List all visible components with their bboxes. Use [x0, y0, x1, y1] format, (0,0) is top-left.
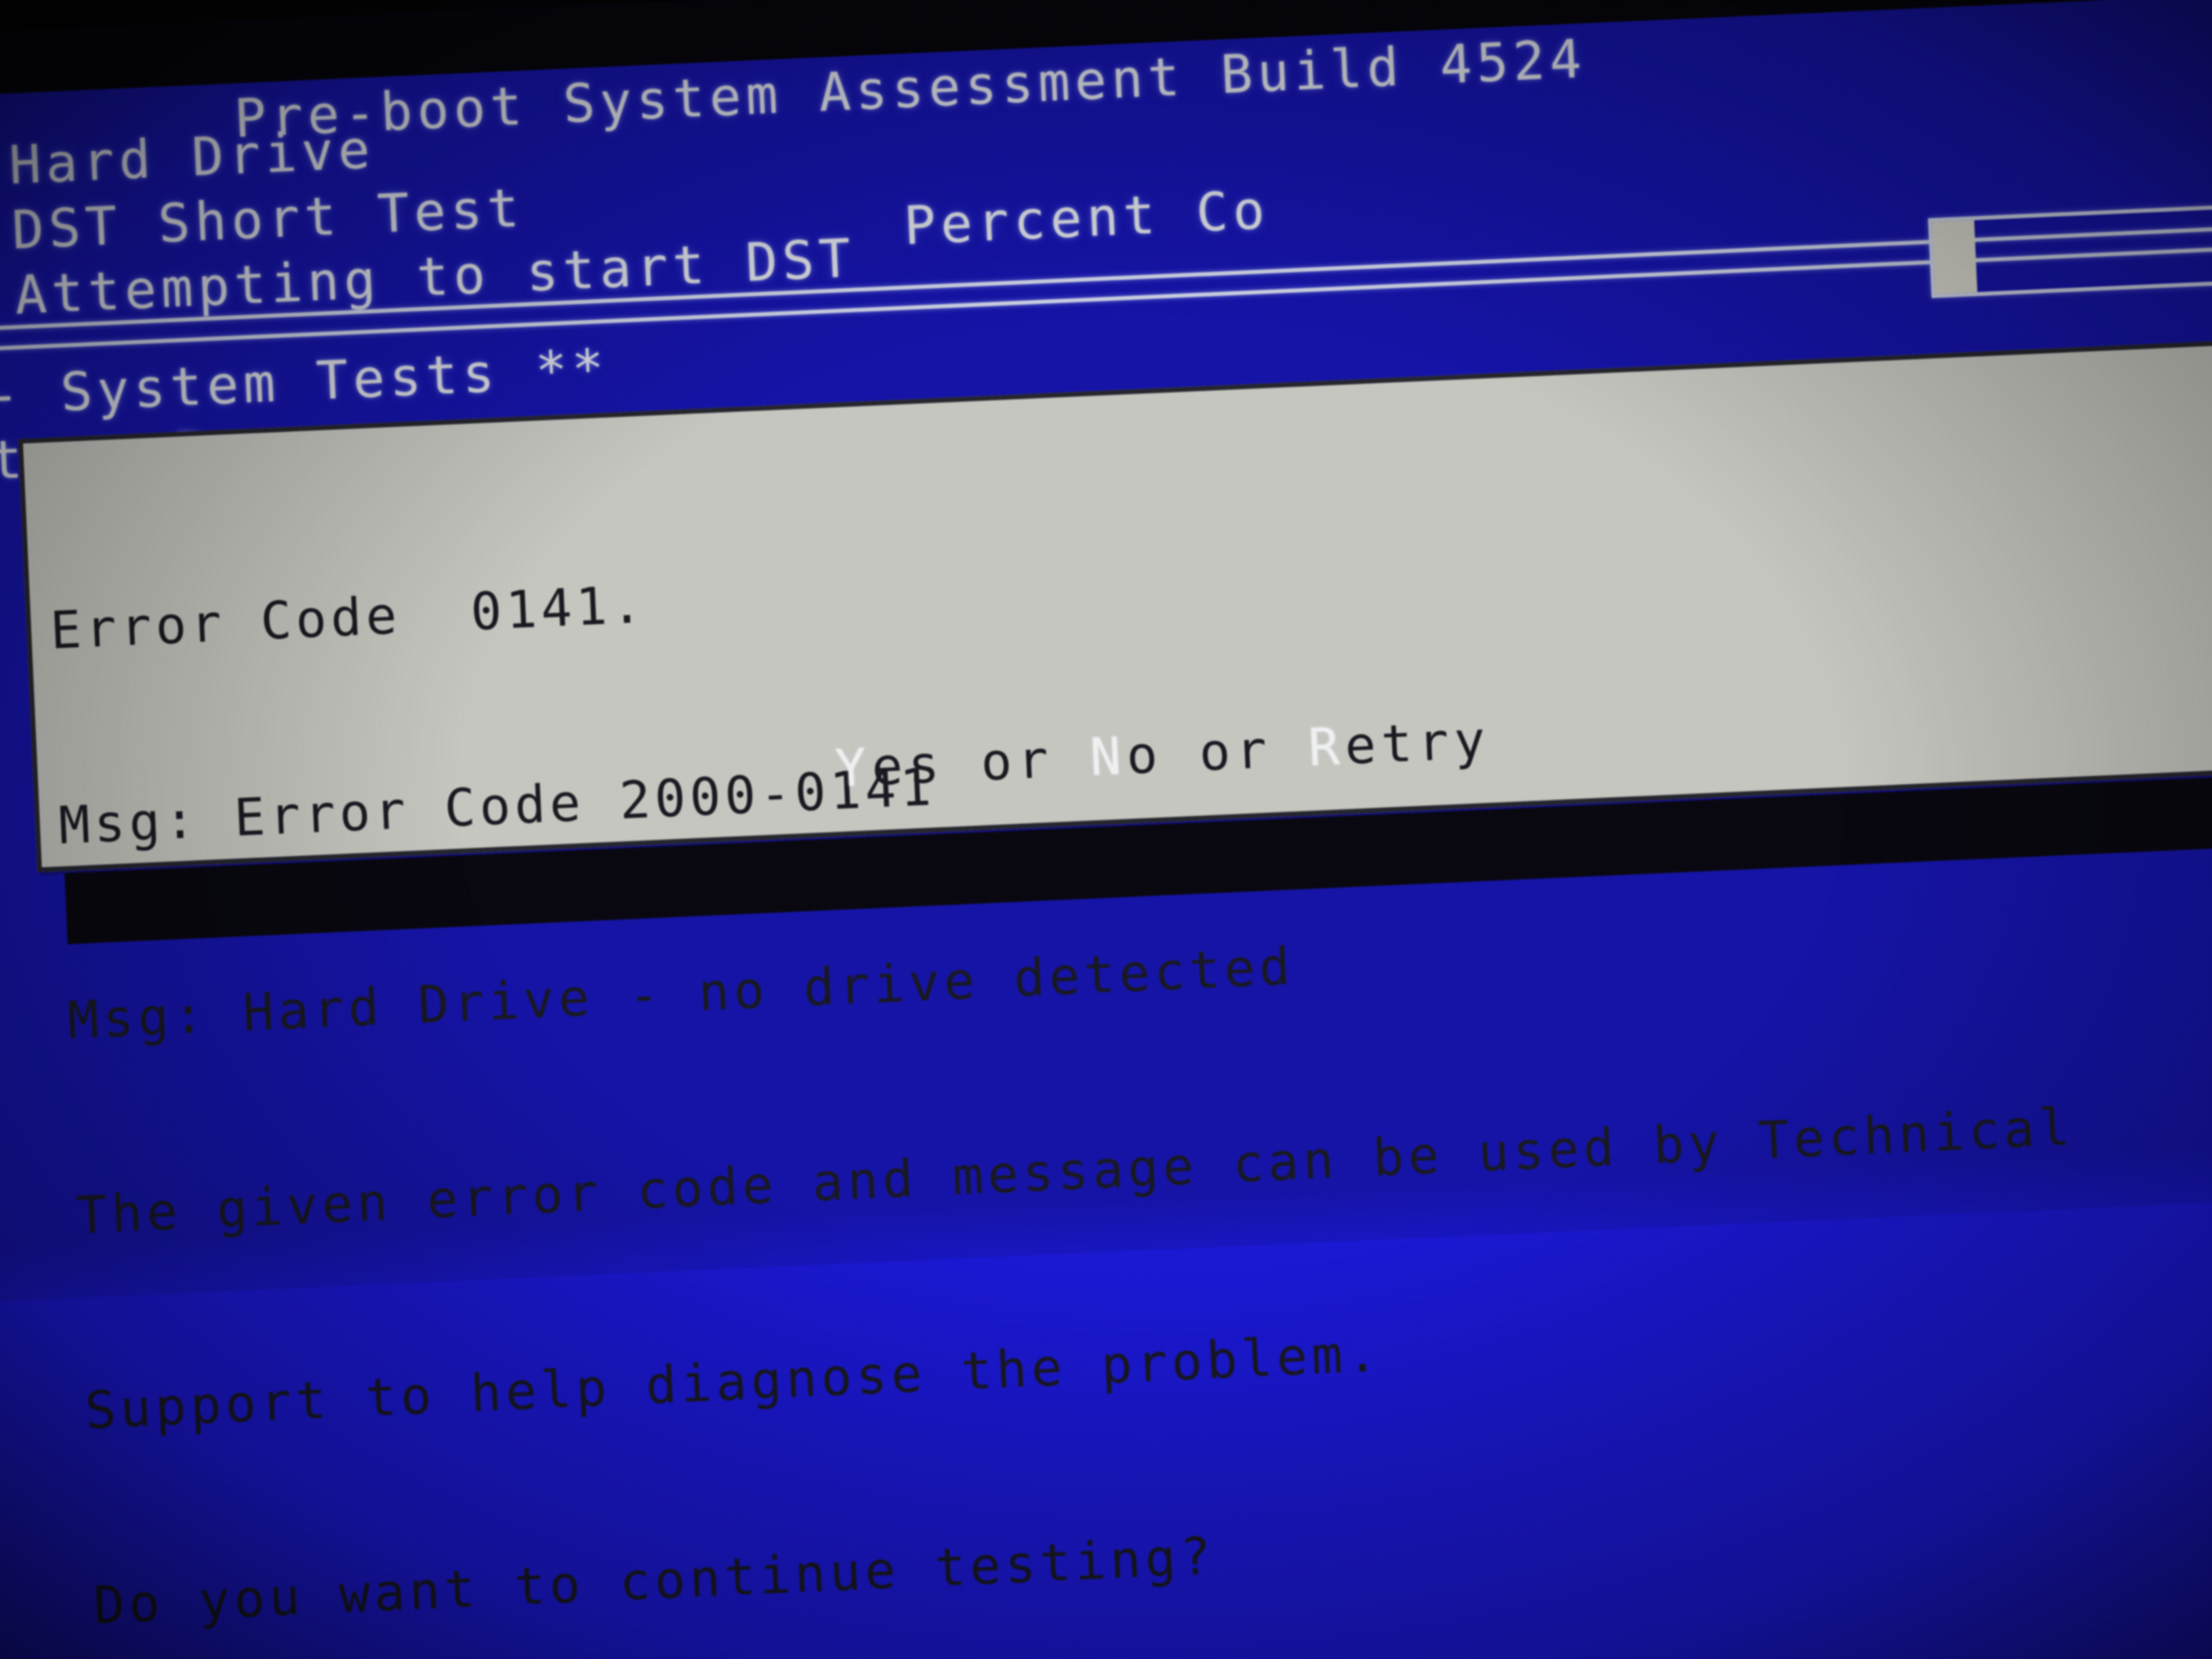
page-title: Pre-boot System Assessment Build 4524 — [232, 28, 1588, 150]
error-message-line: Error Code 0141. — [49, 573, 648, 661]
error-message-line: The given error code and message can be … — [75, 1096, 2075, 1246]
error-message-line: Support to help diagnose the problem. — [83, 1322, 1383, 1441]
device-label: Hard Drive — [7, 119, 376, 197]
yes-hotkey-letter: Y — [834, 737, 874, 799]
no-hotkey-letter: N — [1088, 725, 1128, 787]
no-label-rest: o — [1125, 724, 1164, 786]
error-dialog-message-block: Error Code 0141. Msg: Error Code 2000-01… — [43, 370, 2212, 1659]
no-button[interactable]: No — [1088, 724, 1164, 787]
retry-hotkey-letter: R — [1307, 716, 1347, 778]
percent-complete-label: Percent Co — [902, 180, 1271, 258]
retry-button[interactable]: Retry — [1307, 710, 1492, 778]
prompt-separator: or — [1161, 717, 1310, 784]
diagnostic-screen: Pre-boot System Assessment Build 4524 Ha… — [0, 0, 2212, 1659]
yes-label-rest: es — [870, 733, 946, 798]
yes-button[interactable]: Yes — [834, 733, 946, 798]
prompt-separator: or — [943, 726, 1092, 794]
retry-label-rest: etry — [1343, 709, 1492, 777]
error-message-line: Do you want to continue testing? — [92, 1525, 1216, 1636]
progress-bar-fill — [1932, 220, 1978, 294]
photograph-of-monitor: Pre-boot System Assessment Build 4524 Ha… — [0, 0, 2212, 1659]
